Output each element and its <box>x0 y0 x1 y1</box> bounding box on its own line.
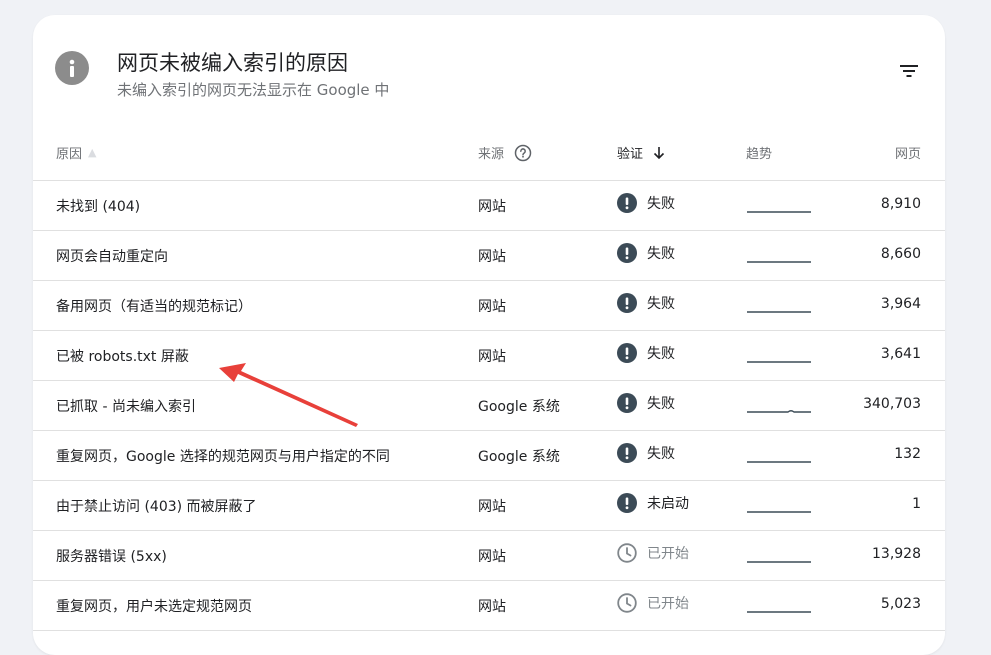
info-icon <box>55 51 89 85</box>
reason-cell: 由于禁止访问 (403) 而被屏蔽了 <box>56 499 257 515</box>
status-label: 未启动 <box>647 496 689 512</box>
pages-count: 8,660 <box>880 246 921 262</box>
source-cell: 网站 <box>478 349 506 365</box>
column-label: 来源 <box>478 147 505 162</box>
source-cell: 网站 <box>478 499 506 515</box>
exclamation-circle-icon <box>617 493 637 513</box>
reason-cell: 重复网页，用户未选定规范网页 <box>56 599 252 615</box>
table-row[interactable]: 由于禁止访问 (403) 而被屏蔽了 网站 未启动 1 <box>33 481 945 531</box>
reason-cell: 备用网页（有适当的规范标记） <box>56 299 252 315</box>
table-header: 原因 ▲ 来源 验证 趋势 网页 <box>33 125 945 181</box>
column-header-source[interactable]: 来源 <box>478 143 532 162</box>
table-body: 未找到 (404) 网站 失败 8,910 网页会自动重定向 网站 失败 8,660 备用网页（… <box>33 181 945 631</box>
sort-up-icon: ▲ <box>88 146 97 159</box>
pages-count: 13,928 <box>872 546 921 562</box>
column-header-verification[interactable]: 验证 <box>617 143 667 162</box>
help-circle-icon[interactable] <box>514 144 532 162</box>
column-label: 原因 <box>56 147 83 162</box>
exclamation-circle-icon <box>617 343 637 363</box>
pages-count: 340,703 <box>863 396 921 412</box>
table-row[interactable]: 服务器错误 (5xx) 网站 已开始 13,928 <box>33 531 945 581</box>
pages-count: 3,641 <box>880 346 921 362</box>
trend-sparkline <box>746 350 812 364</box>
exclamation-circle-icon <box>617 443 637 463</box>
status-cell: 失败 <box>617 443 675 463</box>
reasons-table: 原因 ▲ 来源 验证 趋势 网页 未找到 (404) 网站 失败 8,910 网… <box>33 125 945 631</box>
status-label: 失败 <box>647 446 675 462</box>
table-row[interactable]: 重复网页，Google 选择的规范网页与用户指定的不同 Google 系统 失败 13… <box>33 431 945 481</box>
exclamation-circle-icon <box>617 293 637 313</box>
card-header: 网页未被编入索引的原因 未编入索引的网页无法显示在 Google 中 <box>33 15 945 125</box>
status-cell: 失败 <box>617 343 675 363</box>
exclamation-circle-icon <box>617 393 637 413</box>
table-row[interactable]: 重复网页，用户未选定规范网页 网站 已开始 5,023 <box>33 581 945 631</box>
table-row[interactable]: 网页会自动重定向 网站 失败 8,660 <box>33 231 945 281</box>
reason-cell: 重复网页，Google 选择的规范网页与用户指定的不同 <box>56 449 390 465</box>
table-row[interactable]: 已抓取 - 尚未编入索引 Google 系统 失败 340,703 <box>33 381 945 431</box>
trend-sparkline <box>746 400 812 414</box>
pages-count: 5,023 <box>880 596 921 612</box>
source-cell: 网站 <box>478 249 506 265</box>
column-label: 验证 <box>617 147 644 162</box>
column-header-reason[interactable]: 原因 ▲ <box>56 143 96 162</box>
status-label: 失败 <box>647 296 675 312</box>
pages-count: 8,910 <box>880 196 921 212</box>
status-cell: 失败 <box>617 193 675 213</box>
column-header-trend: 趋势 <box>746 143 772 162</box>
status-label: 失败 <box>647 396 675 412</box>
trend-sparkline <box>746 300 812 314</box>
column-label: 网页 <box>894 147 921 162</box>
exclamation-circle-icon <box>617 243 637 263</box>
report-card: 网页未被编入索引的原因 未编入索引的网页无法显示在 Google 中 原因 ▲ … <box>33 15 945 655</box>
status-cell: 已开始 <box>617 543 689 563</box>
pages-count: 132 <box>894 446 921 462</box>
status-cell: 失败 <box>617 393 675 413</box>
clock-icon <box>617 593 637 613</box>
pages-count: 3,964 <box>880 296 921 312</box>
status-label: 已开始 <box>647 596 689 612</box>
status-label: 失败 <box>647 246 675 262</box>
reason-cell: 网页会自动重定向 <box>56 249 168 265</box>
filter-icon[interactable] <box>897 59 921 83</box>
clock-icon <box>617 543 637 563</box>
table-row[interactable]: 备用网页（有适当的规范标记） 网站 失败 3,964 <box>33 281 945 331</box>
trend-sparkline <box>746 600 812 614</box>
trend-sparkline <box>746 550 812 564</box>
page-title: 网页未被编入索引的原因 <box>117 51 348 75</box>
trend-sparkline <box>746 500 812 514</box>
source-cell: 网站 <box>478 599 506 615</box>
status-label: 失败 <box>647 346 675 362</box>
reason-cell: 未找到 (404) <box>56 199 141 215</box>
trend-sparkline <box>746 450 812 464</box>
source-cell: 网站 <box>478 299 506 315</box>
source-cell: 网站 <box>478 199 506 215</box>
status-cell: 已开始 <box>617 593 689 613</box>
status-cell: 失败 <box>617 243 675 263</box>
source-cell: 网站 <box>478 549 506 565</box>
trend-sparkline <box>746 200 812 214</box>
source-cell: Google 系统 <box>478 399 560 415</box>
page-subtitle: 未编入索引的网页无法显示在 Google 中 <box>117 81 390 99</box>
status-cell: 未启动 <box>617 493 689 513</box>
trend-sparkline <box>746 250 812 264</box>
reason-cell: 已抓取 - 尚未编入索引 <box>56 399 196 415</box>
exclamation-circle-icon <box>617 193 637 213</box>
status-label: 失败 <box>647 196 675 212</box>
status-label: 已开始 <box>647 546 689 562</box>
status-cell: 失败 <box>617 293 675 313</box>
table-row[interactable]: 已被 robots.txt 屏蔽 网站 失败 3,641 <box>33 331 945 381</box>
reason-cell: 服务器错误 (5xx) <box>56 549 167 565</box>
table-row[interactable]: 未找到 (404) 网站 失败 8,910 <box>33 181 945 231</box>
arrow-down-icon <box>651 145 667 161</box>
column-header-pages[interactable]: 网页 <box>895 143 921 162</box>
source-cell: Google 系统 <box>478 449 560 465</box>
column-label: 趋势 <box>746 147 773 162</box>
pages-count: 1 <box>912 496 921 512</box>
reason-cell: 已被 robots.txt 屏蔽 <box>56 349 189 365</box>
